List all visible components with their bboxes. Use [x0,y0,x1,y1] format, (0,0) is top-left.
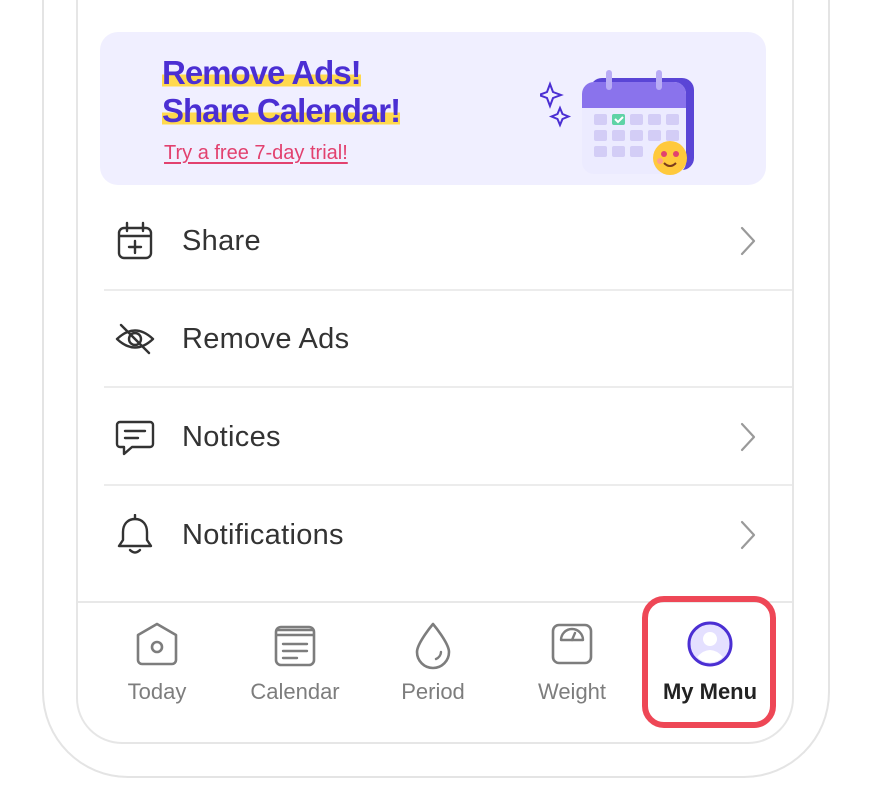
promo-banner[interactable]: Remove Ads! Share Calendar! Try a free 7… [100,32,766,185]
bell-icon [117,514,153,554]
promo-headline-remove-ads: Remove Ads! [162,54,362,91]
tab-weight[interactable]: Weight [507,606,637,726]
tab-today[interactable]: Today [92,606,222,726]
eye-off-icon [115,323,155,355]
message-square-icon [115,420,155,456]
menu-item-label: Share [182,224,261,257]
scale-icon [551,623,593,665]
chevron-right-icon [740,520,756,550]
home-icon [136,622,178,666]
tab-label: Calendar [250,679,340,704]
menu-item-notices[interactable]: Notices [104,388,792,486]
promo-headline-share-calendar: Share Calendar! [162,92,401,129]
calendar-plus-icon [117,221,153,260]
tab-label: Period [401,679,465,704]
free-trial-link[interactable]: Try a free 7-day trial! [164,142,348,165]
calendar-icon [274,625,316,667]
menu-item-notifications[interactable]: Notifications [104,486,792,584]
calendar-emoji-illustration-icon [540,70,694,175]
menu-item-label: Remove Ads [182,322,350,355]
menu-item-label: Notifications [182,518,344,551]
drop-icon [415,622,451,670]
tab-period[interactable]: Period [368,606,498,726]
menu-item-share[interactable]: Share [104,192,792,290]
tab-calendar[interactable]: Calendar [230,606,360,726]
menu-item-label: Notices [182,420,281,453]
selection-highlight [642,596,776,728]
tab-label: Weight [537,679,607,704]
chevron-right-icon [740,226,756,256]
menu-item-remove-ads[interactable]: Remove Ads [104,290,792,388]
chevron-right-icon [740,422,756,452]
tab-label: Today [127,679,187,704]
